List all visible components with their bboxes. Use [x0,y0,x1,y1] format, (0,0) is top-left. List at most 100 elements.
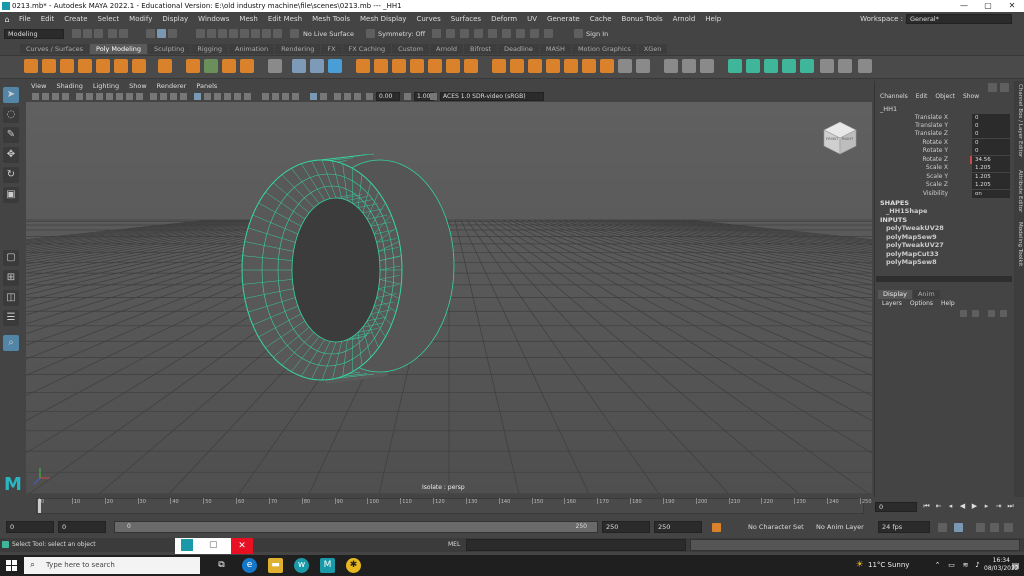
exposure-icon[interactable] [366,93,373,100]
freeze-transform-icon[interactable] [746,59,760,73]
select-component-icon[interactable] [168,29,177,38]
grid-toggle-icon[interactable] [76,93,83,100]
outliner-layout-icon[interactable]: ☰ [3,310,19,326]
move-tool-icon[interactable]: ✥ [3,147,19,163]
scale-tool-icon[interactable]: ▣ [3,187,19,203]
panel-settings-icon[interactable] [1000,83,1009,92]
windows-start-icon[interactable] [6,560,17,571]
arnold-render-icon[interactable] [516,29,525,38]
new-layer-selected-icon[interactable] [1000,310,1007,317]
sculpt-icon[interactable] [700,59,714,73]
delete-history-icon[interactable] [728,59,742,73]
menu-edit[interactable]: Edit [36,15,60,23]
menu-mesh-tools[interactable]: Mesh Tools [307,15,355,23]
channel-translate-z[interactable]: Translate Z 0 [878,130,1014,138]
gamma-icon[interactable] [404,93,411,100]
two-pane-layout-icon[interactable]: ◫ [3,290,19,306]
snap-vertex-icon[interactable] [251,29,260,38]
close-window-button[interactable]: ✕ [1000,0,1024,12]
channel-value[interactable]: 0 [972,147,1010,155]
snap-point-icon[interactable] [218,29,227,38]
edge-browser-icon[interactable]: e [242,558,257,573]
four-pane-layout-icon[interactable]: ⊞ [3,270,19,286]
snap-grid-icon[interactable] [196,29,205,38]
edit-edge-flow-icon[interactable] [682,59,696,73]
live-surface-icon[interactable] [290,29,299,38]
user-icon[interactable] [574,29,583,38]
anim-layer-dropdown[interactable]: No Anim Layer [816,522,864,532]
shelf-tab-sculpting[interactable]: Sculpting [148,44,191,54]
shelf-tab-motion-graphics[interactable]: Motion Graphics [571,44,637,54]
bookmark-icon[interactable] [52,93,59,100]
workspace-dropdown[interactable]: General* [906,14,1012,24]
menu-generate[interactable]: Generate [542,15,585,23]
move-layer-down-icon[interactable] [972,310,979,317]
menu-bonus-tools[interactable]: Bonus Tools [617,15,668,23]
bridge-icon[interactable] [374,59,388,73]
mel-command-input[interactable] [466,539,686,551]
separate-icon[interactable] [292,59,306,73]
play-backward-icon[interactable]: ◀ [958,502,967,511]
history-icon[interactable] [432,29,441,38]
wireframe-on-shaded-icon[interactable] [194,93,201,100]
snap-pivot-icon[interactable] [262,29,271,38]
align-icon[interactable] [800,59,814,73]
input-node[interactable]: polyMapSew9 [886,233,937,241]
svg-icon[interactable] [240,59,254,73]
poly-sphere-icon[interactable] [24,59,38,73]
shelf-tab-poly-modeling[interactable]: Poly Modeling [90,44,147,54]
channel-visibility[interactable]: Visibility on [878,190,1014,198]
close-icon[interactable]: ✕ [231,538,253,554]
append-icon[interactable] [428,59,442,73]
go-to-start-icon[interactable]: ⏮ [922,502,931,511]
tire-mesh-wireframe[interactable] [241,153,455,384]
boolean-icon[interactable] [328,59,342,73]
super-shape-icon[interactable] [186,59,200,73]
smooth-shade-icon[interactable] [160,93,167,100]
snap-view-icon[interactable] [229,29,238,38]
select-tool-icon[interactable]: ➤ [3,87,19,103]
restore-icon[interactable]: ▢ [209,540,218,550]
snap-together-icon[interactable] [782,59,796,73]
maya-taskbar-icon[interactable]: M [320,558,335,573]
notifications-icon[interactable]: ▤ [1008,558,1023,573]
field-chart-icon[interactable] [116,93,123,100]
blender-icon[interactable]: ✱ [346,558,361,573]
shelf-tab-fx-caching[interactable]: FX Caching [342,44,392,54]
cb-menu-edit[interactable]: Edit [916,93,928,100]
channel-value[interactable]: 34.56 [972,156,1010,164]
step-forward-key-icon[interactable]: ⇥ [994,502,1003,511]
type-icon[interactable] [222,59,236,73]
rotate-tool-icon[interactable]: ↻ [3,167,19,183]
cb-menu-object[interactable]: Object [935,93,955,100]
step-forward-frame-icon[interactable]: ▸ [982,502,991,511]
channel-value[interactable]: 1.205 [972,181,1010,189]
menu-cache[interactable]: Cache [585,15,617,23]
channel-translate-y[interactable]: Translate Y 0 [878,122,1014,130]
wireframe-icon[interactable] [150,93,157,100]
redo-icon[interactable] [119,29,128,38]
camera-select-icon[interactable] [32,93,39,100]
menu-file[interactable]: File [14,15,36,23]
single-pane-layout-icon[interactable]: ▢ [3,250,19,266]
cb-menu-show[interactable]: Show [963,93,979,100]
layer-tab-anim[interactable]: Anim [912,290,940,299]
menu-uv[interactable]: UV [522,15,542,23]
menu-select[interactable]: Select [93,15,125,23]
shelf-tab-fx[interactable]: FX [321,44,342,54]
smooth-icon[interactable] [310,59,324,73]
poly-torus-icon[interactable] [96,59,110,73]
playback-start-field[interactable]: 0 [58,521,106,533]
select-object-icon[interactable] [157,29,166,38]
fill-hole-icon[interactable] [410,59,424,73]
shelf-tab-bifrost[interactable]: Bifrost [464,44,498,54]
resolution-gate-icon[interactable] [96,93,103,100]
menu-surfaces[interactable]: Surfaces [446,15,486,23]
symmetry-tool-icon[interactable] [838,59,852,73]
cb-menu-channels[interactable]: Channels [880,93,908,100]
checker-icon[interactable] [820,59,834,73]
channel-translate-x[interactable]: Translate X 0 [878,114,1014,122]
bevel-icon[interactable] [392,59,406,73]
merge-icon[interactable] [446,59,460,73]
shelf-tab-xgen[interactable]: XGen [637,44,668,54]
